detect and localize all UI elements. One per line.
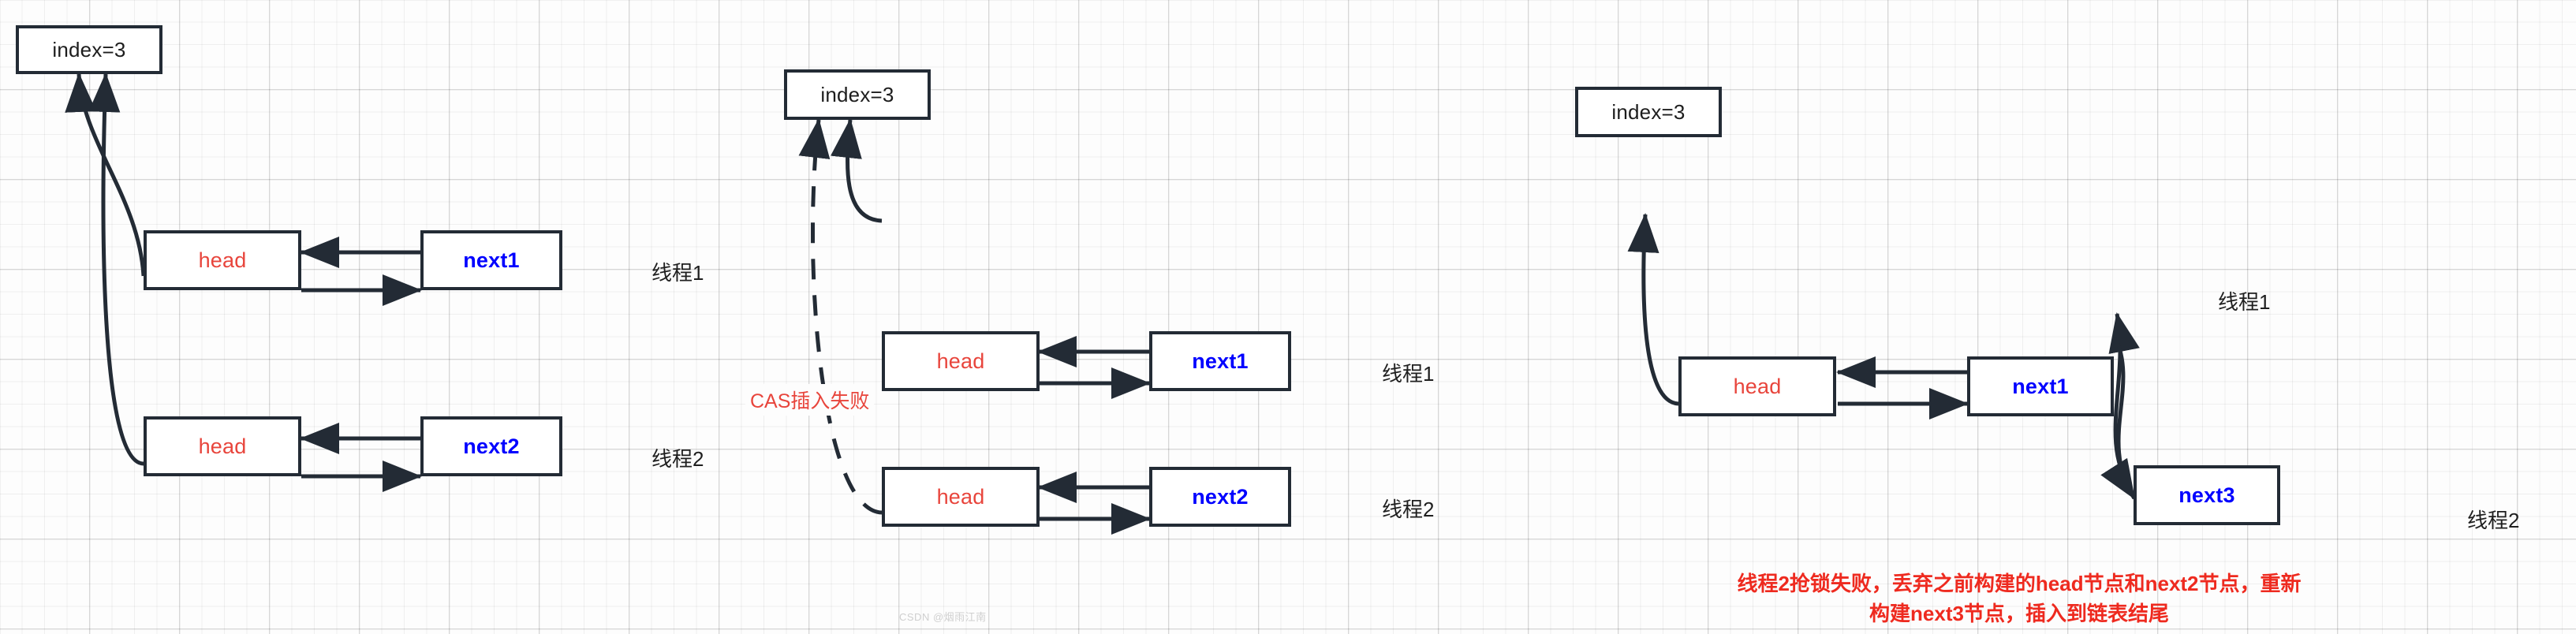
index-box-g1[interactable]: index=3 [16,25,162,74]
node-label: head [936,484,985,509]
node-label: next1 [463,248,520,272]
head-node-g2-row1[interactable]: head [882,331,1040,391]
head-node-g1-row1[interactable]: head [144,230,301,290]
node-label: next2 [463,434,520,458]
next2-node-g2[interactable]: next2 [1149,467,1291,527]
watermark: CSDN @烟雨江南 [899,611,987,623]
next1-node-g1[interactable]: next1 [420,230,562,290]
thread-label-g1-row1: 线程1 [651,261,704,285]
bottom-note-line-1: 线程2抢锁失败，丢弃之前构建的head节点和next2节点，重新 [1737,572,2302,595]
thread-label-g3-row2: 线程2 [2467,509,2520,532]
bottom-note-line-2: 构建next3节点，插入到链表结尾 [1869,601,2169,625]
next1-node-g2[interactable]: next1 [1149,331,1291,391]
next1-node-g3[interactable]: next1 [1967,356,2114,416]
node-label: next2 [1192,484,1249,509]
node-label: next3 [2178,483,2235,507]
cas-failure-annotation: CAS插入失败 [745,384,875,416]
thread-label-g2-row2: 线程2 [1382,498,1435,521]
bottom-note: 线程2抢锁失败，丢弃之前构建的head节点和next2节点，重新 构建next3… [1712,569,2327,628]
index-box-label: index=3 [1611,99,1686,124]
head-node-g3[interactable]: head [1678,356,1836,416]
index-box-label: index=3 [820,82,894,106]
index-box-g2[interactable]: index=3 [784,69,931,120]
node-label: head [198,434,247,458]
node-label: next1 [2012,374,2069,398]
thread-label-g3-row1: 线程1 [2218,290,2271,314]
next2-node-g1[interactable]: next2 [420,416,562,476]
node-label: head [198,248,247,272]
diagram-canvas [0,0,2576,634]
node-label: head [936,349,985,373]
thread-label-g1-row2: 线程2 [651,447,704,471]
node-label: head [1733,374,1782,398]
head-node-g2-row2[interactable]: head [882,467,1040,527]
index-box-g3[interactable]: index=3 [1575,87,1722,137]
next3-node-g3[interactable]: next3 [2134,465,2280,525]
head-node-g1-row2[interactable]: head [144,416,301,476]
index-box-label: index=3 [52,37,126,62]
node-label: next1 [1192,349,1249,373]
thread-label-g2-row1: 线程1 [1382,362,1435,386]
